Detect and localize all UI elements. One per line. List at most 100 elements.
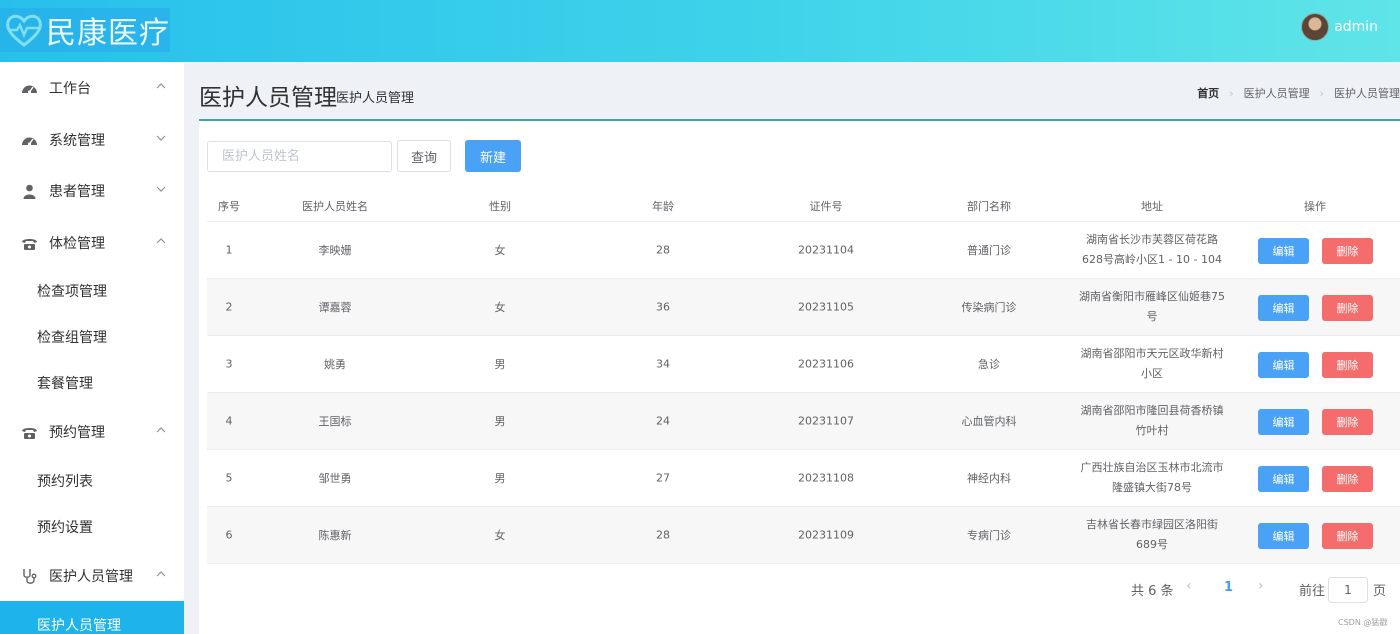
pagination-goto-input[interactable]: [1328, 577, 1368, 603]
cell-id-number: 20231107: [798, 414, 854, 428]
cell-gender: 男: [494, 358, 506, 371]
delete-button[interactable]: 删除: [1322, 523, 1373, 549]
cell-name: 陈惠新: [318, 529, 352, 542]
breadcrumb-home[interactable]: 首页: [1197, 85, 1219, 101]
sidebar-item-label: 体检管理: [49, 236, 105, 252]
avatar[interactable]: [1301, 13, 1330, 41]
sidebar-item-workbench[interactable]: 工作台: [0, 62, 184, 114]
top-header: 民康医疗 admin: [0, 0, 1400, 62]
cell-name: 李映姗: [318, 244, 352, 257]
sidebar-item-label: 系统管理: [49, 133, 105, 149]
edit-button[interactable]: 编辑: [1258, 523, 1309, 549]
cell-age: 24: [656, 414, 670, 428]
sidebar-item-appointments[interactable]: 预约管理: [0, 406, 184, 458]
table-row: 5 邹世勇 男 27 20231108 神经内科 广西壮族自治区玉林市北流市隆盛…: [207, 450, 1400, 507]
cell-id-number: 20231104: [798, 243, 854, 257]
cell-index: 6: [225, 528, 233, 542]
heart-pulse-logo-icon: [6, 14, 42, 47]
cell-index: 1: [225, 243, 233, 257]
user-menu[interactable]: admin: [1301, 13, 1378, 41]
column-header: 部门名称: [967, 200, 1011, 213]
sidebar-item-label: 医护人员管理: [49, 569, 133, 585]
sidebar-item-appointment-settings[interactable]: 预约设置: [0, 504, 184, 550]
delete-button[interactable]: 删除: [1322, 352, 1373, 378]
cell-index: 5: [225, 471, 233, 485]
cell-department: 传染病门诊: [961, 301, 1017, 314]
sidebar-item-patients[interactable]: 患者管理: [0, 165, 184, 217]
cell-address: 湖南省衡阳市雁峰区仙姬巷75号: [1079, 290, 1225, 323]
dashboard-icon: [21, 132, 38, 149]
breadcrumb-item[interactable]: 医护人员管理: [1244, 85, 1310, 101]
sidebar-item-check-items[interactable]: 检查项管理: [0, 268, 184, 314]
cell-index: 3: [225, 357, 233, 371]
chevron-up-icon: [156, 83, 166, 89]
column-header: 医护人员姓名: [302, 200, 368, 213]
watermark: CSDN @猛戳: [1338, 618, 1388, 627]
cell-gender: 男: [494, 415, 506, 428]
cell-index: 4: [225, 414, 233, 428]
cell-age: 28: [656, 243, 670, 257]
phone-icon: [21, 235, 38, 252]
edit-button[interactable]: 编辑: [1258, 295, 1309, 321]
column-header: 地址: [1141, 200, 1163, 213]
cell-address: 吉林省长春市绿园区洛阳街689号: [1086, 518, 1218, 551]
chevron-down-icon: [156, 135, 166, 141]
sidebar-item-medical-staff-management[interactable]: 医护人员管理: [0, 601, 184, 634]
chevron-left-icon[interactable]: ‹: [1186, 578, 1192, 594]
sidebar-item-label: 患者管理: [49, 184, 105, 200]
sidebar-item-medical-staff[interactable]: 医护人员管理: [0, 550, 184, 602]
app-logo[interactable]: 民康医疗: [0, 8, 170, 52]
cell-index: 2: [225, 300, 233, 314]
delete-button[interactable]: 删除: [1322, 238, 1373, 264]
cell-gender: 女: [494, 301, 506, 314]
delete-button[interactable]: 删除: [1322, 466, 1373, 492]
cell-department: 心血管内科: [961, 415, 1017, 428]
query-button[interactable]: 查询: [397, 140, 451, 172]
edit-button[interactable]: 编辑: [1258, 238, 1309, 264]
cell-age: 28: [656, 528, 670, 542]
cell-department: 普通门诊: [967, 244, 1011, 257]
pagination-total: 共 6 条: [1131, 584, 1174, 599]
search-input[interactable]: [207, 141, 392, 172]
delete-button[interactable]: 删除: [1322, 409, 1373, 435]
cell-department: 急诊: [978, 358, 1000, 371]
table-row: 6 陈惠新 女 28 20231109 专病门诊 吉林省长春市绿园区洛阳街689…: [207, 507, 1400, 564]
column-header: 证件号: [809, 200, 843, 213]
column-header: 年龄: [652, 200, 674, 213]
breadcrumb-current: 医护人员管理: [1334, 87, 1400, 100]
cell-id-number: 20231105: [798, 300, 854, 314]
cell-age: 27: [656, 471, 670, 485]
new-button[interactable]: 新建: [465, 140, 521, 172]
user-name[interactable]: admin: [1334, 19, 1378, 35]
page-subtitle: 医护人员管理: [336, 91, 415, 106]
chevron-right-icon: ›: [1229, 86, 1234, 100]
chevron-right-icon: ›: [1319, 86, 1324, 100]
sidebar-item-system[interactable]: 系统管理: [0, 114, 184, 166]
delete-button[interactable]: 删除: [1322, 295, 1373, 321]
cell-department: 专病门诊: [967, 529, 1011, 542]
pagination-page-current[interactable]: 1: [1224, 580, 1233, 595]
page-title: 医护人员管理: [199, 85, 337, 111]
sidebar-item-appointment-list[interactable]: 预约列表: [0, 458, 184, 504]
table-row: 4 王国标 男 24 20231107 心血管内科 湖南省邵阳市隆回县荷香桥镇竹…: [207, 393, 1400, 450]
sidebar-item-label: 预约管理: [49, 425, 105, 441]
cell-age: 34: [656, 357, 670, 371]
edit-button[interactable]: 编辑: [1258, 466, 1309, 492]
stethoscope-icon: [21, 568, 38, 585]
cell-address: 湖南省长沙市芙蓉区荷花路628号高岭小区1 - 10 - 104: [1082, 233, 1222, 266]
edit-button[interactable]: 编辑: [1258, 352, 1309, 378]
edit-button[interactable]: 编辑: [1258, 409, 1309, 435]
sidebar-item-packages[interactable]: 套餐管理: [0, 360, 184, 406]
sidebar-item-check-groups[interactable]: 检查组管理: [0, 314, 184, 360]
logo-text: 民康医疗: [46, 16, 170, 51]
sidebar-item-checkup[interactable]: 体检管理: [0, 217, 184, 269]
pagination-unit-label: 页: [1373, 584, 1387, 599]
cell-address: 广西壮族自治区玉林市北流市隆盛镇大街78号: [1080, 461, 1224, 494]
chevron-up-icon: [156, 427, 166, 433]
table-row: 2 谭嘉蓉 女 36 20231105 传染病门诊 湖南省衡阳市雁峰区仙姬巷75…: [207, 279, 1400, 336]
user-icon: [21, 183, 38, 200]
cell-name: 邹世勇: [318, 472, 352, 485]
chevron-right-icon[interactable]: ›: [1258, 578, 1264, 594]
cell-department: 神经内科: [967, 472, 1011, 485]
dashboard-icon: [21, 80, 38, 97]
